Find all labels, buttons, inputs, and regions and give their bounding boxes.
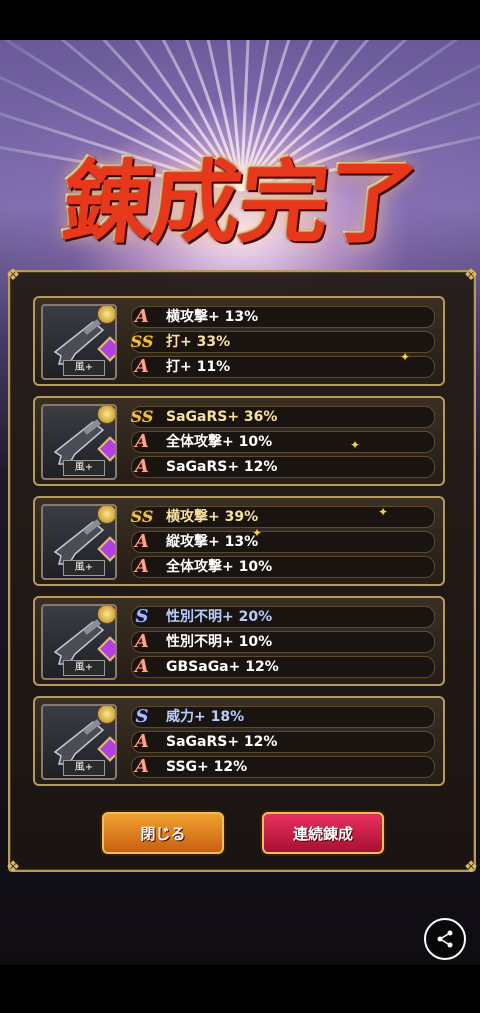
element-badge: 風+ — [63, 460, 105, 476]
stat-text: 打+ 33% — [166, 334, 231, 350]
stat-text: 全体攻撃+ 10% — [166, 434, 273, 450]
stat-row: S 性別不明+ 20% — [131, 606, 435, 628]
rank-badge-icon: A — [135, 556, 149, 577]
coin-icon — [97, 706, 115, 724]
sparkle-icon: ✦ — [252, 526, 263, 540]
stat-text: SaGaRS+ 12% — [166, 734, 278, 750]
rank-badge-icon: A — [135, 531, 149, 552]
stat-text: 縦攻撃+ 13% — [166, 534, 259, 550]
corner-ornament-icon: ❖ — [463, 857, 479, 876]
stat-row: A 全体攻撃+ 10% — [131, 556, 435, 578]
stat-text: 性別不明+ 10% — [166, 634, 273, 650]
status-bar — [0, 0, 480, 40]
result-card: 風+ S 性別不明+ 20% A 性別不明+ 10% A GBSaGa+ 12% — [33, 596, 445, 686]
stat-row: A GBSaGa+ 12% — [131, 656, 435, 678]
corner-ornament-icon: ❖ — [5, 265, 21, 284]
rank-badge-icon: A — [135, 356, 149, 377]
stat-text: 威力+ 18% — [166, 709, 245, 725]
stat-row: A SSG+ 12% — [131, 756, 435, 778]
stat-text: 横攻撃+ 13% — [166, 309, 259, 325]
stat-row: SS SaGaRS+ 36% — [131, 406, 435, 428]
stat-row: A SaGaRS+ 12% — [131, 731, 435, 753]
stat-text: 全体攻撃+ 10% — [166, 559, 273, 575]
result-card: 風+ A 横攻撃+ 13% SS 打+ 33% A 打+ 11% — [33, 296, 445, 386]
stat-row: SS 打+ 33% — [131, 331, 435, 353]
stat-row: S 威力+ 18% — [131, 706, 435, 728]
element-badge: 風+ — [63, 760, 105, 776]
stat-text: SSG+ 12% — [166, 759, 248, 775]
weapon-slot[interactable]: 風+ — [41, 404, 117, 480]
stat-row: A 性別不明+ 10% — [131, 631, 435, 653]
rank-badge-icon: SS — [130, 507, 154, 526]
element-badge: 風+ — [63, 660, 105, 676]
result-card: 風+ S 威力+ 18% A SaGaRS+ 12% A SSG+ 12% — [33, 696, 445, 786]
rank-badge-icon: A — [135, 631, 149, 652]
stat-text: 打+ 11% — [166, 359, 231, 375]
rank-badge-icon: A — [135, 656, 149, 677]
stat-text: 性別不明+ 20% — [166, 609, 273, 625]
stat-text: 横攻撃+ 39% — [166, 509, 259, 525]
stat-text: GBSaGa+ 12% — [166, 659, 279, 675]
weapon-slot[interactable]: 風+ — [41, 504, 117, 580]
weapon-slot[interactable]: 風+ — [41, 604, 117, 680]
rank-badge-icon: A — [135, 431, 149, 452]
stat-row: SS 横攻撃+ 39% — [131, 506, 435, 528]
share-icon[interactable] — [424, 918, 466, 960]
rank-badge-icon: A — [135, 756, 149, 777]
stat-row: A SaGaRS+ 12% — [131, 456, 435, 478]
coin-icon — [97, 306, 115, 324]
element-badge: 風+ — [63, 360, 105, 376]
corner-ornament-icon: ❖ — [5, 857, 21, 876]
repeat-synthesis-button[interactable]: 連続錬成 — [262, 812, 384, 854]
rank-badge-icon: A — [135, 731, 149, 752]
page-title: 錬成完了 — [57, 150, 421, 256]
sparkle-icon: ✦ — [350, 438, 361, 452]
stat-row: A 全体攻撃+ 10% — [131, 431, 435, 453]
rank-badge-icon: A — [135, 456, 149, 477]
result-card: 風+ SS SaGaRS+ 36% A 全体攻撃+ 10% A SaGaRS+ 12% — [33, 396, 445, 486]
sparkle-icon: ✦ — [400, 350, 411, 364]
rank-badge-icon: S — [135, 606, 149, 627]
weapon-slot[interactable]: 風+ — [41, 704, 117, 780]
weapon-slot[interactable]: 風+ — [41, 304, 117, 380]
rank-badge-icon: SS — [130, 407, 154, 426]
sparkle-icon: ✦ — [378, 505, 389, 519]
stat-row: A 横攻撃+ 13% — [131, 306, 435, 328]
rank-badge-icon: S — [135, 706, 149, 727]
element-badge: 風+ — [63, 560, 105, 576]
close-button[interactable]: 閉じる — [102, 812, 224, 854]
corner-ornament-icon: ❖ — [463, 265, 479, 284]
rank-badge-icon: A — [135, 306, 149, 327]
coin-icon — [97, 406, 115, 424]
rank-badge-icon: SS — [130, 332, 154, 351]
stat-row: A 縦攻撃+ 13% — [131, 531, 435, 553]
stat-row: A 打+ 11% — [131, 356, 435, 378]
coin-icon — [97, 606, 115, 624]
stat-text: SaGaRS+ 36% — [166, 409, 278, 425]
stat-text: SaGaRS+ 12% — [166, 459, 278, 475]
coin-icon — [97, 506, 115, 524]
